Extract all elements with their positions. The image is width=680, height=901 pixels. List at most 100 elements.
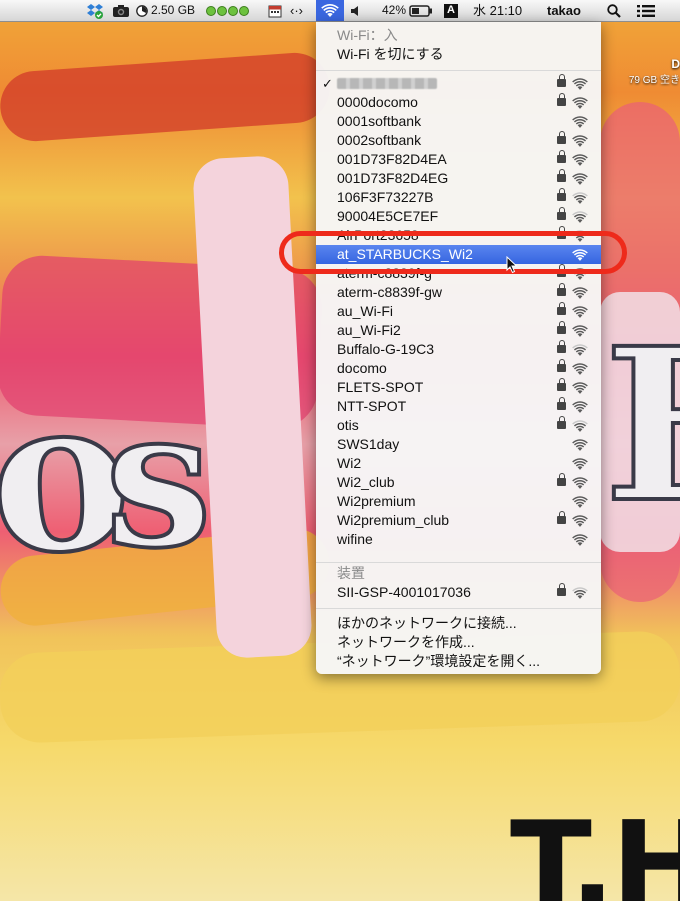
calendar-icon[interactable] [268,0,282,21]
code-arrows-icon[interactable]: ‹·› [290,0,303,21]
lock-icon [557,207,566,220]
clock[interactable]: 水 21:10 [473,0,522,21]
network-item[interactable]: au_Wi-Fi2 [316,321,601,340]
create-network-item[interactable]: ネットワークを作成... [316,633,601,652]
user-menu[interactable]: takao [547,0,581,21]
painted-letter: s [103,365,214,592]
wifi-signal-icon [572,586,588,605]
list-icon[interactable] [637,0,655,21]
network-name: Wi2premium_club [337,512,450,528]
lock-icon [557,511,566,524]
network-item[interactable]: 001D73F82D4EG [316,169,601,188]
lock-icon [557,93,566,106]
network-item[interactable]: 001D73F82D4EA [316,150,601,169]
wifi-signal-icon [572,533,588,552]
network-name: Buffalo-G-19C3 [337,341,435,357]
dropbox-icon[interactable] [86,0,104,21]
network-name: 106F3F73227B [337,189,434,205]
network-name: 0000docomo [337,94,418,110]
input-source-label: A [444,3,458,18]
disk-meter[interactable]: 2.50 GB [136,0,195,21]
lock-icon [557,169,566,182]
network-name: 001D73F82D4EA [337,151,447,167]
join-other-network-item[interactable]: ほかのネットワークに接続... [316,614,601,633]
network-item[interactable]: 106F3F73227B [316,188,601,207]
network-name: aterm-c8839f-gw [337,284,443,300]
disk-meter-icon [136,4,148,17]
highlight-ring [279,231,627,274]
network-name: SWS1day [337,436,400,452]
desktop-disk-label[interactable]: D 79 GB 空き [629,57,680,86]
lock-icon [557,378,566,391]
input-source-icon[interactable]: A [444,0,458,21]
menu-separator [316,562,601,563]
devices-header: 装置 [337,565,365,581]
network-name: au_Wi-Fi [337,303,394,319]
network-item[interactable]: Wi2 [316,454,601,473]
network-item[interactable]: NTT-SPOT [316,397,601,416]
lock-icon [557,473,566,486]
lock-icon [557,321,566,334]
menu-separator [316,608,601,609]
paint-stroke [0,50,333,144]
open-network-preferences-item[interactable]: “ネットワーク”環境設定を開く... [316,652,601,671]
wifi-icon[interactable] [316,0,344,21]
checkmark-icon: ✓ [322,76,333,91]
search-icon[interactable] [607,0,621,21]
network-item[interactable]: otis [316,416,601,435]
lock-icon [557,397,566,410]
menu-separator [316,70,601,71]
menubar: 2.50 GB ‹·› 42% A 水 21:10 takao [0,0,680,22]
network-item[interactable]: 0000docomo [316,93,601,112]
network-name: Wi2_club [337,474,395,490]
network-item[interactable]: docomo [316,359,601,378]
network-item[interactable]: Buffalo-G-19C3 [316,340,601,359]
lock-icon [557,131,566,144]
network-item[interactable]: ✓ [316,74,601,93]
wifi-menu: Wi-Fi：入 Wi-Fi を切にする ✓ 0000docomo 0001softb… [316,22,601,674]
network-item[interactable]: FLETS-SPOT [316,378,601,397]
network-name: NTT-SPOT [337,398,407,414]
network-item[interactable]: 0001softbank [316,112,601,131]
network-name: Wi2 [337,455,362,471]
network-item[interactable]: SWS1day [316,435,601,454]
wifi-toggle-item[interactable]: Wi-Fi を切にする [316,45,601,64]
lock-icon [557,188,566,201]
network-name: FLETS-SPOT [337,379,424,395]
network-name: otis [337,417,359,433]
status-dots-icon[interactable] [206,0,249,21]
painted-letter: E [602,300,680,551]
volume-icon[interactable] [350,0,362,21]
network-name: 0002softbank [337,132,422,148]
network-item[interactable]: 90004E5CE7EF [316,207,601,226]
network-item[interactable]: Wi2premium_club [316,511,601,530]
disk-free: 79 GB 空き [628,75,680,86]
network-name: Wi2premium [337,493,416,509]
blurred-network-name [337,78,437,89]
lock-icon [557,74,566,87]
network-item[interactable]: aterm-c8839f-gw [316,283,601,302]
lock-icon [557,416,566,429]
camera-icon[interactable] [112,0,130,21]
network-item[interactable]: Wi2_club [316,473,601,492]
battery-icon[interactable] [409,0,433,21]
network-name: 001D73F82D4EG [337,170,449,186]
network-item[interactable]: 0002softbank [316,131,601,150]
network-name: 0001softbank [337,113,422,129]
network-item[interactable]: au_Wi-Fi [316,302,601,321]
network-name: docomo [337,360,387,376]
mouse-cursor-icon [506,255,518,279]
network-item[interactable]: Wi2premium [316,492,601,511]
disk-usage-text: 2.50 GB [151,3,196,17]
lock-icon [557,150,566,163]
network-item[interactable]: wifine [316,530,601,549]
network-name: SII-GSP-4001017036 [337,584,471,600]
network-name: au_Wi-Fi2 [337,322,401,338]
lock-icon [557,340,566,353]
lock-icon [557,302,566,315]
wifi-status: Wi-Fi：入 [337,27,398,43]
network-name: 90004E5CE7EF [337,208,439,224]
network-item[interactable]: SII-GSP-4001017036 [316,583,601,602]
network-name: wifine [337,531,373,547]
battery-percent[interactable]: 42% [382,0,406,21]
